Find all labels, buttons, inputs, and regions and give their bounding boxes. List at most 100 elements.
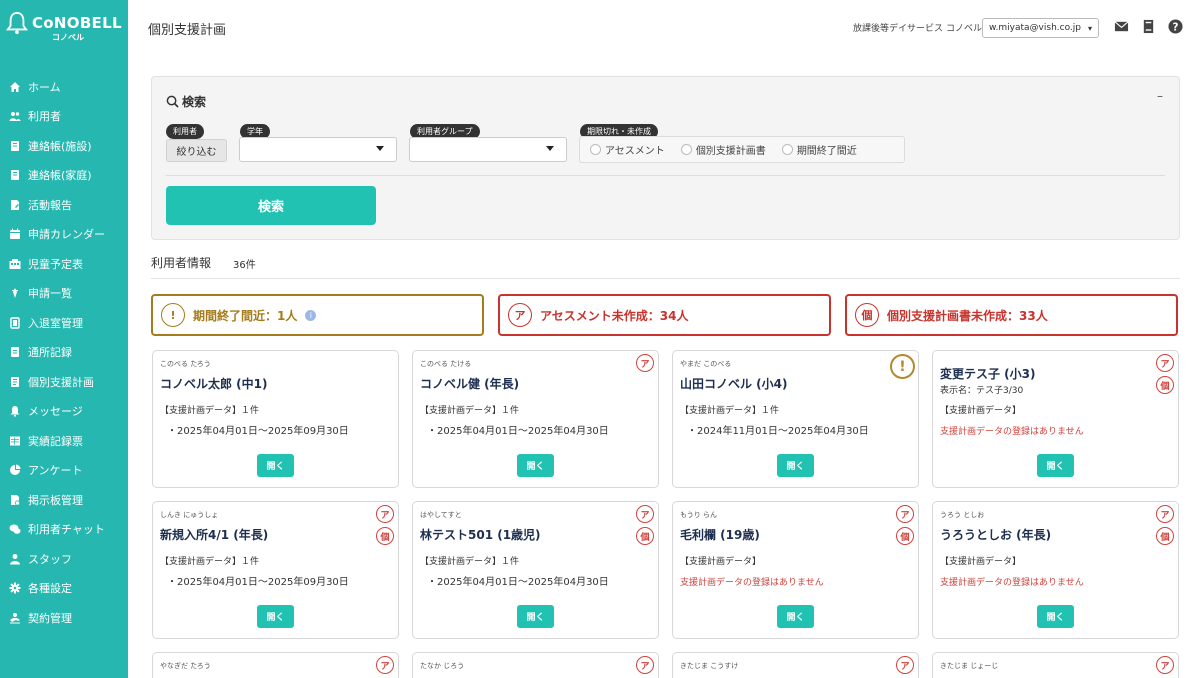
- plan-missing-badge: 個: [1156, 376, 1174, 394]
- sidebar: CoNOBELL コノベル ホーム利用者 連絡帳(施設) 連絡帳(家庭) 活動報告申請…: [0, 0, 128, 678]
- search-panel-title: 検索: [166, 93, 206, 110]
- user-name[interactable]: うろうとしお (年長): [940, 526, 1051, 543]
- help-icon[interactable]: ?: [1167, 18, 1183, 34]
- card-status-badges: ア: [636, 354, 655, 376]
- user-name[interactable]: コノベル太郎 (中1): [160, 375, 268, 392]
- no-plan-message: 支援計画データの登録はありません: [680, 578, 824, 588]
- sidebar-item-4[interactable]: 活動報告: [0, 190, 128, 220]
- assessment-missing-badge: ア: [636, 354, 654, 372]
- plan-period: ・2025年04月01日～2025年04月30日: [427, 426, 609, 437]
- user-kana: うろう としお: [940, 511, 985, 519]
- sidebar-item-label: 入退室管理: [28, 316, 83, 330]
- radio-support-plan[interactable]: 個別支援計画書: [680, 142, 766, 157]
- sidebar-item-11[interactable]: メッセージ: [0, 397, 128, 427]
- user-kana: このべる たける: [420, 360, 472, 368]
- sidebar-item-label: メッセージ: [28, 405, 83, 419]
- sidebar-item-label: ホーム: [28, 80, 61, 94]
- open-button[interactable]: 開く: [777, 605, 814, 628]
- sidebar-item-6[interactable]: 児童予定表: [0, 249, 128, 279]
- sidebar-item-13[interactable]: アンケート: [0, 456, 128, 486]
- radio-circle: [590, 144, 601, 155]
- users-icon: [8, 109, 22, 123]
- open-button[interactable]: 開く: [257, 454, 294, 477]
- sidebar-item-18[interactable]: 契約管理: [0, 603, 128, 633]
- card-status-badges: ア: [1156, 656, 1175, 678]
- mail-icon[interactable]: [1113, 18, 1129, 34]
- radio-period-ending[interactable]: 期間終了間近: [781, 142, 857, 157]
- user-name[interactable]: 毛利欄 (19歳): [680, 526, 760, 543]
- plan-missing-badge: 個: [636, 527, 654, 545]
- sidebar-item-8[interactable]: 入退室管理: [0, 308, 128, 338]
- assessment-missing-badge: ア: [636, 656, 654, 674]
- alert-period-ending[interactable]: ! 期間終了間近：1人 i: [151, 294, 484, 336]
- staff-icon: [8, 552, 22, 566]
- sidebar-item-17[interactable]: 各種設定: [0, 574, 128, 604]
- dropdown-arrow-icon: [376, 146, 384, 151]
- user-name[interactable]: コノベル健 (年長): [420, 375, 519, 392]
- warning-icon: !: [890, 354, 915, 379]
- sidebar-item-10[interactable]: 個別支援計画: [0, 367, 128, 397]
- manual-book-icon[interactable]: [1140, 18, 1156, 34]
- user-name[interactable]: 変更テス子 (小3): [940, 365, 1036, 382]
- account-email: w.miyata@vish.co.jp: [989, 23, 1081, 33]
- assessment-missing-badge: ア: [896, 656, 914, 674]
- open-button[interactable]: 開く: [1037, 605, 1074, 628]
- user-info-label: 利用者情報: [151, 256, 212, 270]
- info-icon[interactable]: i: [305, 309, 317, 321]
- open-button[interactable]: 開く: [777, 454, 814, 477]
- card-status-badges: ア個: [896, 505, 915, 549]
- user-kana: たなか じろう: [420, 662, 465, 670]
- open-button[interactable]: 開く: [1037, 454, 1074, 477]
- user-name[interactable]: 林テスト501 (1歳児): [420, 526, 541, 543]
- sidebar-item-5[interactable]: 申請カレンダー: [0, 220, 128, 250]
- user-card: しんき にゅうしょ 新規入所4/1 (年長) 【支援計画データ】１件 ・2025年04…: [152, 501, 399, 639]
- plan-data-label: 【支援計画データ】１件: [160, 406, 260, 416]
- sidebar-item-0[interactable]: ホーム: [0, 72, 128, 102]
- plan-period: ・2025年04月01日～2025年09月30日: [167, 426, 349, 437]
- card-status-badges: ア個: [1156, 354, 1175, 398]
- radio-assessment[interactable]: アセスメント: [590, 142, 665, 157]
- sidebar-item-label: 利用者チャット: [28, 523, 105, 537]
- card-status-badges: ア: [376, 656, 395, 678]
- user-card: たなか じろう ア: [412, 652, 659, 678]
- sidebar-item-label: 活動報告: [28, 198, 72, 212]
- plan-period: ・2025年04月01日～2025年09月30日: [167, 577, 349, 588]
- sidebar-item-14[interactable]: 掲示板管理: [0, 485, 128, 515]
- sidebar-item-label: 個別支援計画: [28, 375, 94, 389]
- search-button[interactable]: 検索: [166, 186, 376, 225]
- sidebar-item-1[interactable]: 利用者: [0, 102, 128, 132]
- display-name: 表示名：テス子3/30: [940, 386, 1024, 396]
- sidebar-item-7[interactable]: 申請一覧: [0, 279, 128, 309]
- alert-plan-missing[interactable]: 個個別支援計画書未作成：33人: [845, 294, 1178, 336]
- open-button[interactable]: 開く: [517, 454, 554, 477]
- sidebar-item-label: アンケート: [28, 464, 83, 478]
- user-kana: はやしてすと: [420, 511, 462, 519]
- sidebar-item-16[interactable]: スタッフ: [0, 544, 128, 574]
- sidebar-item-15[interactable]: 利用者チャット: [0, 515, 128, 545]
- user-name[interactable]: 山田コノベル (小4): [680, 375, 788, 392]
- account-select[interactable]: w.miyata@vish.co.jp ▾: [982, 18, 1099, 38]
- gear-icon: [8, 581, 22, 595]
- user-kana: きたじま じょーじ: [940, 662, 999, 670]
- radio-label: 期間終了間近: [796, 146, 857, 157]
- sidebar-item-3[interactable]: 連絡帳(家庭): [0, 161, 128, 191]
- sidebar-item-9[interactable]: 通所記録: [0, 338, 128, 368]
- chat-icon: [8, 522, 22, 536]
- sidebar-item-12[interactable]: 実績記録票: [0, 426, 128, 456]
- filter-button[interactable]: 絞り込む: [166, 139, 227, 162]
- card-status-badges: ア: [896, 656, 915, 678]
- sidebar-item-2[interactable]: 連絡帳(施設): [0, 131, 128, 161]
- grade-select[interactable]: [239, 137, 397, 162]
- brand-logo[interactable]: CoNOBELL コノベル: [4, 8, 124, 48]
- card-status-badges: ア個: [636, 505, 655, 549]
- plan-period: ・2024年11月01日～2025年04月30日: [687, 426, 869, 437]
- open-button[interactable]: 開く: [517, 605, 554, 628]
- alert-text: 期間終了間近：1人: [193, 308, 298, 323]
- card-status-badges: ア個: [1156, 505, 1175, 549]
- user-group-select[interactable]: [409, 137, 567, 162]
- open-button[interactable]: 開く: [257, 605, 294, 628]
- alert-assessment-missing[interactable]: アアセスメント未作成：34人: [498, 294, 831, 336]
- search-icon: [166, 95, 179, 108]
- user-name[interactable]: 新規入所4/1 (年長): [160, 526, 268, 543]
- collapse-toggle[interactable]: –: [1157, 89, 1163, 103]
